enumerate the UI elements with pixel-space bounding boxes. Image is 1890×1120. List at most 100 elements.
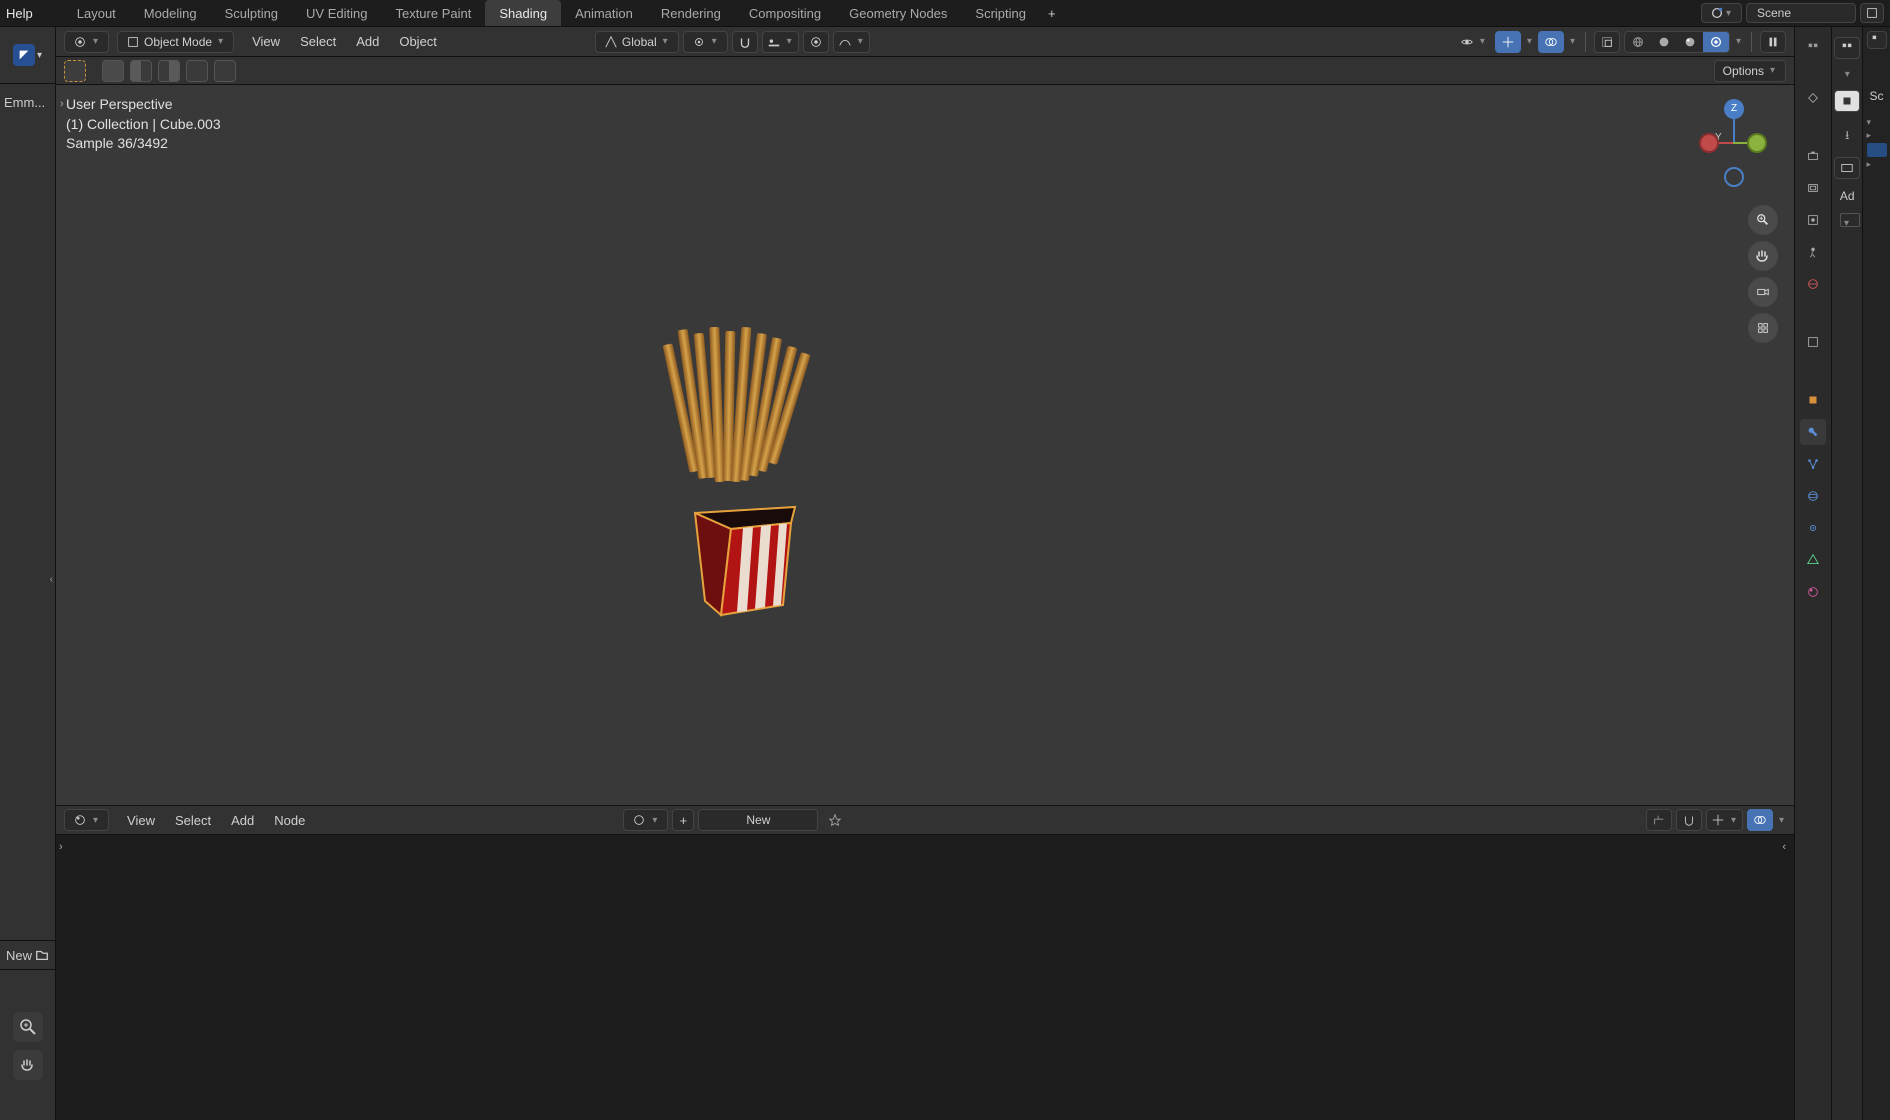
- scene-name-input[interactable]: Scene: [1746, 3, 1856, 23]
- select-box-1[interactable]: [64, 60, 86, 82]
- workspace-tab-modeling[interactable]: Modeling: [130, 0, 211, 26]
- snap-menu[interactable]: ▾: [762, 31, 799, 53]
- select-mode-4[interactable]: [186, 60, 208, 82]
- gizmo-neg-z-axis[interactable]: [1724, 167, 1744, 187]
- gizmo-toggle[interactable]: [1495, 31, 1521, 53]
- shader-view-menu[interactable]: View: [117, 813, 165, 828]
- orientation-selector[interactable]: Global ▾: [595, 31, 679, 53]
- workspace-tab-geometry-nodes[interactable]: Geometry Nodes: [835, 0, 961, 26]
- select-mode-2[interactable]: [130, 60, 152, 82]
- shading-material[interactable]: [1677, 32, 1703, 52]
- shader-type-selector[interactable]: ▾: [623, 809, 668, 831]
- snap-toggle[interactable]: [732, 31, 758, 53]
- display-icon[interactable]: [1834, 157, 1860, 179]
- shader-sidebar-toggle[interactable]: ‹: [1782, 841, 1786, 853]
- proportional-edit-toggle[interactable]: [803, 31, 829, 53]
- render-tab-icon[interactable]: [1800, 143, 1826, 169]
- scene-pin-button[interactable]: [1860, 3, 1884, 23]
- workspace-tab-sculpting[interactable]: Sculpting: [211, 0, 292, 26]
- render-pause-button[interactable]: [1760, 31, 1786, 53]
- shader-add-menu[interactable]: Add: [221, 813, 264, 828]
- image-new-label[interactable]: New: [6, 948, 32, 963]
- scene-tab-icon[interactable]: [1800, 239, 1826, 265]
- snap-nodes-icon[interactable]: [1676, 809, 1702, 831]
- object-menu[interactable]: Object: [389, 34, 447, 49]
- camera-view-icon[interactable]: [1748, 277, 1778, 307]
- zoom-icon[interactable]: [13, 1012, 43, 1042]
- shader-editor-canvas[interactable]: › ‹: [56, 835, 1794, 1120]
- workspace-tab-uv-editing[interactable]: UV Editing: [292, 0, 381, 26]
- options-button[interactable]: Options ▾: [1714, 60, 1786, 82]
- shading-rendered[interactable]: [1703, 32, 1729, 52]
- workspace-tab-compositing[interactable]: Compositing: [735, 0, 835, 26]
- constraint-tab-icon[interactable]: [1800, 515, 1826, 541]
- add-workspace-button[interactable]: +: [1040, 6, 1064, 21]
- overlay-toggle[interactable]: [1538, 31, 1564, 53]
- shader-select-menu[interactable]: Select: [165, 813, 221, 828]
- add-menu[interactable]: Add: [346, 34, 389, 49]
- shading-wireframe[interactable]: [1625, 32, 1651, 52]
- tree-expand-icon-2[interactable]: ▸: [1867, 159, 1887, 170]
- outliner-tree[interactable]: ▾ ▸ ▸: [1867, 113, 1887, 170]
- scene-browse-button[interactable]: ▾: [1701, 3, 1742, 23]
- select-menu[interactable]: Select: [290, 34, 346, 49]
- pin-material-icon[interactable]: [822, 809, 848, 831]
- perspective-toggle-icon[interactable]: [1748, 313, 1778, 343]
- workspace-tab-animation[interactable]: Animation: [561, 0, 647, 26]
- select-mode-3[interactable]: [158, 60, 180, 82]
- search-properties-icon[interactable]: [1834, 37, 1860, 59]
- xray-toggle[interactable]: [1594, 31, 1620, 53]
- download-icon[interactable]: ⭳: [1845, 126, 1849, 147]
- workspace-tab-rendering[interactable]: Rendering: [647, 0, 735, 26]
- output-tab-icon[interactable]: [1800, 175, 1826, 201]
- gizmo-chevron-icon[interactable]: ▾: [1525, 36, 1534, 47]
- viewport-3d[interactable]: › User Perspective (1) Collection | Cube…: [56, 85, 1794, 805]
- parent-node-tree-icon[interactable]: [1646, 809, 1672, 831]
- mode-selector[interactable]: Object Mode ▾: [117, 31, 234, 53]
- shader-toolbar-toggle[interactable]: ›: [59, 841, 63, 853]
- tree-expand-icon[interactable]: ▸: [1867, 130, 1887, 141]
- open-image-icon[interactable]: [35, 948, 49, 962]
- workspace-tab-scripting[interactable]: Scripting: [961, 0, 1040, 26]
- physics-tab-icon[interactable]: [1800, 483, 1826, 509]
- object-tab-icon[interactable]: [1800, 387, 1826, 413]
- select-mode-1[interactable]: [102, 60, 124, 82]
- shading-chevron-icon[interactable]: ▾: [1734, 36, 1743, 47]
- material-tab-icon[interactable]: [1800, 579, 1826, 605]
- zoom-viewport-icon[interactable]: [1748, 205, 1778, 235]
- world-tab-icon[interactable]: [1800, 271, 1826, 297]
- help-menu[interactable]: Help: [6, 6, 33, 21]
- collection-tab-icon[interactable]: [1800, 329, 1826, 355]
- pan-icon[interactable]: [13, 1050, 43, 1080]
- tool-tab-icon[interactable]: [1800, 85, 1826, 111]
- overlay-chevron-icon[interactable]: ▾: [1568, 36, 1577, 47]
- outliner-selected-row[interactable]: [1867, 143, 1887, 157]
- left-sidebar-toggle[interactable]: ‹: [50, 574, 53, 585]
- visibility-menu[interactable]: ▾: [1456, 31, 1491, 53]
- snap-nodes-menu[interactable]: ▾: [1706, 809, 1743, 831]
- toolbar-toggle-icon[interactable]: ›: [60, 97, 64, 112]
- gizmo-x-axis[interactable]: [1699, 133, 1719, 153]
- outliner-editor-icon[interactable]: [1867, 31, 1887, 49]
- workspace-tab-layout[interactable]: Layout: [63, 0, 130, 26]
- shader-editor-type-button[interactable]: ▾: [64, 809, 109, 831]
- proportional-falloff-menu[interactable]: ▾: [833, 31, 870, 53]
- view-menu[interactable]: View: [242, 34, 290, 49]
- mesh-tab-icon[interactable]: [1800, 547, 1826, 573]
- gizmo-y-axis[interactable]: [1747, 133, 1767, 153]
- overlay-nodes-chevron-icon[interactable]: ▾: [1777, 815, 1786, 826]
- editor-type-button[interactable]: ▾: [64, 31, 109, 53]
- add-material-button[interactable]: +: [672, 809, 694, 831]
- shader-node-menu[interactable]: Node: [264, 813, 315, 828]
- shading-solid[interactable]: [1651, 32, 1677, 52]
- overlay-nodes-toggle[interactable]: [1747, 809, 1773, 831]
- image-name-label[interactable]: Emm...: [0, 84, 55, 120]
- new-material-button[interactable]: New: [698, 809, 818, 831]
- chevron-box[interactable]: ▾: [1840, 213, 1860, 227]
- workspace-tab-shading[interactable]: Shading: [485, 0, 561, 26]
- select-mode-5[interactable]: [214, 60, 236, 82]
- gizmo-z-axis[interactable]: Z: [1724, 99, 1744, 119]
- navigation-gizmo[interactable]: Z Y: [1699, 99, 1769, 189]
- editor-type-properties[interactable]: [1800, 35, 1826, 61]
- pan-viewport-icon[interactable]: [1748, 241, 1778, 271]
